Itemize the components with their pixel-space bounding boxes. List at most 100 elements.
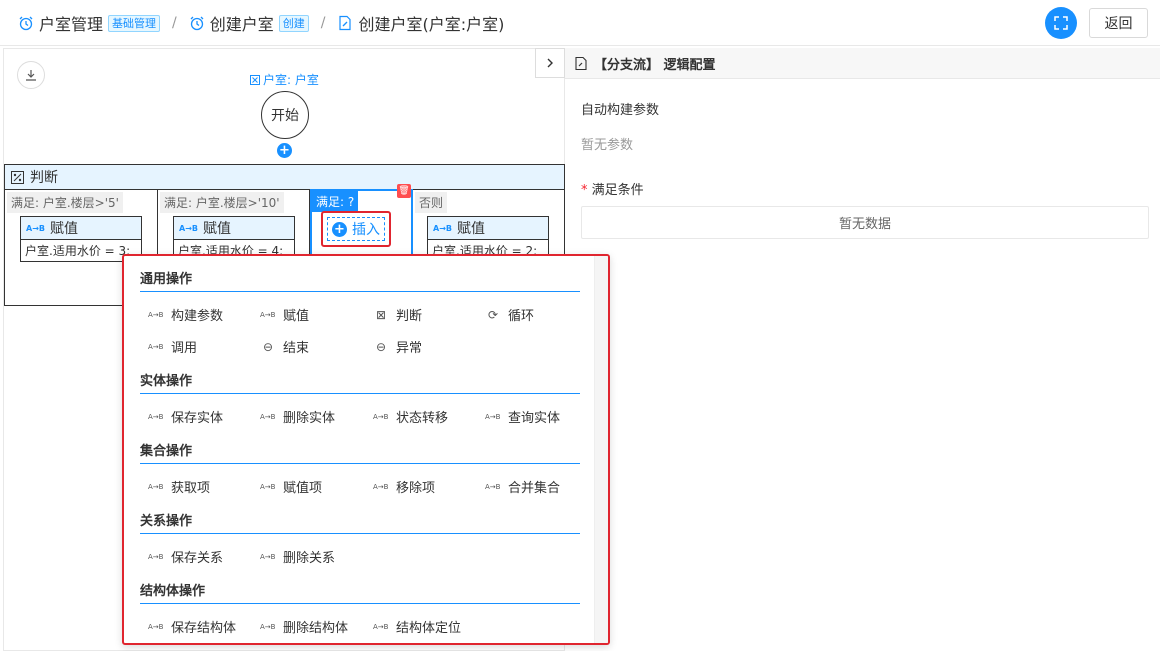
breadcrumb-label: 户室管理	[39, 15, 104, 34]
fullscreen-button[interactable]	[1045, 7, 1077, 39]
a-to-b-icon: A→B	[260, 482, 276, 491]
required-mark: *	[581, 183, 588, 198]
end-icon: ⊖	[262, 339, 274, 354]
menu-item-judge[interactable]: ⊠ 判断	[373, 305, 423, 325]
assign-header: A→B 赋值	[21, 217, 141, 240]
section-divider	[140, 533, 580, 534]
branch-condition[interactable]: 满足: 户室.楼层>'5'	[7, 192, 123, 213]
a-to-b-icon: A→B	[148, 310, 164, 319]
plus-circle-icon: +	[332, 221, 347, 237]
alarm-clock-icon	[190, 16, 204, 31]
menu-item-state-transition[interactable]: A→B 状态转移	[373, 407, 448, 426]
breadcrumb-item-room-mgmt[interactable]: 户室管理 基础管理	[18, 11, 161, 35]
menu-item-label: 判断	[396, 309, 423, 324]
assign-title: 赋值	[203, 221, 231, 237]
menu-item-loop[interactable]: ⟳ 循环	[485, 305, 535, 325]
collapse-panel-button[interactable]	[535, 48, 565, 78]
menu-item-label: 循环	[508, 309, 535, 324]
menu-item-locate-struct[interactable]: A→B 结构体定位	[373, 617, 461, 636]
menu-item-assign[interactable]: A→B 赋值	[260, 305, 309, 324]
menu-item-exception[interactable]: ⊖ 异常	[373, 337, 422, 357]
delete-icon[interactable]: 🗑	[397, 184, 411, 198]
a-to-b-icon: A→B	[260, 310, 276, 319]
a-to-b-icon: A→B	[148, 552, 164, 561]
condition-label: * 满足条件	[581, 179, 644, 198]
a-to-b-icon: A→B	[433, 223, 452, 233]
a-to-b-icon: A→B	[148, 342, 164, 351]
a-to-b-icon: A→B	[260, 552, 276, 561]
branch-condition[interactable]: 满足: ?	[312, 191, 359, 212]
insert-highlight: + 插入	[321, 211, 391, 247]
assign-title: 赋值	[50, 221, 78, 237]
menu-item-assign-item[interactable]: A→B 赋值项	[260, 477, 322, 496]
assign-header: A→B 赋值	[174, 217, 294, 240]
section-title-collection: 集合操作	[140, 444, 193, 459]
menu-item-delete-struct[interactable]: A→B 删除结构体	[260, 617, 348, 636]
edit-document-icon	[339, 15, 352, 31]
entity-label: 户室: 户室	[250, 71, 319, 88]
menu-item-end[interactable]: ⊖ 结束	[260, 337, 310, 357]
a-to-b-icon: A→B	[148, 622, 164, 631]
menu-item-label: 合并集合	[508, 481, 561, 496]
menu-item-save-entity[interactable]: A→B 保存实体	[148, 407, 223, 426]
alarm-clock-icon	[19, 16, 33, 31]
judge-header: 判断	[5, 165, 564, 190]
branch-condition[interactable]: 否则	[415, 192, 448, 213]
section-divider	[140, 393, 580, 394]
menu-item-label: 保存实体	[171, 411, 224, 426]
menu-item-delete-entity[interactable]: A→B 删除实体	[260, 407, 335, 426]
menu-item-delete-relation[interactable]: A→B 删除关系	[260, 547, 335, 566]
menu-item-label: 删除关系	[283, 551, 336, 566]
a-to-b-icon: A→B	[148, 412, 164, 421]
add-node-button[interactable]: +	[277, 143, 292, 158]
insert-label: 插入	[352, 222, 380, 238]
breadcrumb-label: 创建户室(户室:户室)	[358, 15, 505, 34]
menu-item-label: 删除实体	[283, 411, 336, 426]
panel-title: 【分支流】 逻辑配置	[594, 57, 716, 73]
menu-item-label: 移除项	[396, 481, 436, 496]
menu-item-label: 赋值	[283, 309, 310, 324]
section-divider	[140, 463, 580, 464]
menu-item-get-item[interactable]: A→B 获取项	[148, 477, 210, 496]
no-params-text: 暂无参数	[581, 138, 634, 153]
entity-label-text: 户室: 户室	[263, 73, 319, 87]
fullscreen-icon	[1054, 16, 1068, 30]
menu-item-build-params[interactable]: A→B 构建参数	[148, 305, 223, 324]
menu-scrollbar[interactable]	[594, 256, 608, 643]
menu-item-call[interactable]: A→B 调用	[148, 337, 197, 356]
breadcrumb-separator: /	[320, 15, 326, 31]
menu-item-label: 构建参数	[171, 309, 224, 324]
a-to-b-icon: A→B	[26, 223, 45, 233]
entity-icon	[250, 74, 260, 85]
condition-label-text: 满足条件	[591, 183, 644, 198]
assign-header: A→B 赋值	[428, 217, 548, 240]
menu-item-label: 结束	[283, 341, 310, 356]
a-to-b-icon: A→B	[260, 412, 276, 421]
section-title-entity: 实体操作	[140, 374, 193, 389]
breadcrumb-item-current: 创建户室(户室:户室)	[337, 11, 504, 35]
menu-item-label: 获取项	[171, 481, 211, 496]
menu-item-merge-collection[interactable]: A→B 合并集合	[485, 477, 560, 496]
menu-item-save-struct[interactable]: A→B 保存结构体	[148, 617, 236, 636]
section-divider	[140, 603, 580, 604]
exception-icon: ⊖	[375, 339, 387, 354]
a-to-b-icon: A→B	[148, 482, 164, 491]
menu-item-label: 删除结构体	[283, 621, 349, 636]
a-to-b-icon: A→B	[373, 622, 389, 631]
branch-condition[interactable]: 满足: 户室.楼层>'10'	[160, 192, 284, 213]
judge-icon	[11, 170, 24, 184]
a-to-b-icon: A→B	[485, 482, 501, 491]
menu-item-remove-item[interactable]: A→B 移除项	[373, 477, 435, 496]
menu-item-save-relation[interactable]: A→B 保存关系	[148, 547, 223, 566]
download-icon	[26, 70, 36, 81]
breadcrumb-item-create-room[interactable]: 创建户室 创建	[189, 11, 309, 35]
insert-button[interactable]: + 插入	[327, 217, 385, 241]
download-button[interactable]	[17, 61, 45, 89]
breadcrumb: 户室管理 基础管理 / 创建户室 创建 / 创建户室(户室:户室)	[18, 11, 504, 35]
breadcrumb-tag: 基础管理	[108, 14, 161, 32]
top-bar: 户室管理 基础管理 / 创建户室 创建 / 创建户室(户室:户室) 返回	[0, 0, 1160, 46]
menu-item-query-entity[interactable]: A→B 查询实体	[485, 407, 560, 426]
back-button[interactable]: 返回	[1089, 8, 1148, 38]
start-node[interactable]: 开始	[261, 91, 309, 139]
section-title-relation: 关系操作	[140, 514, 193, 529]
